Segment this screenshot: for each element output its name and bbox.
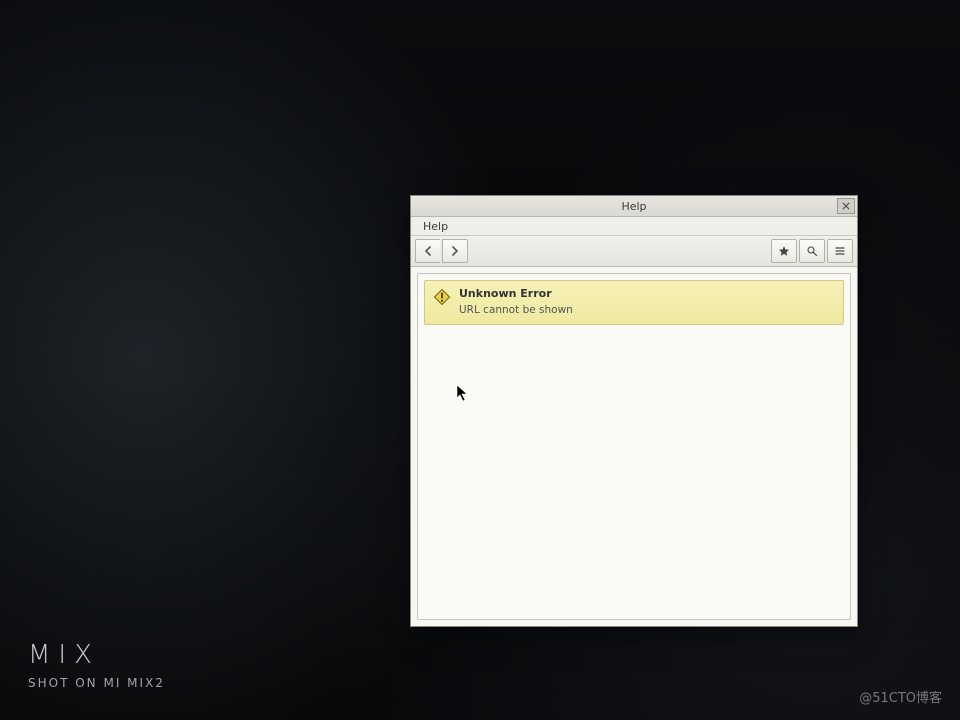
toolbar	[411, 236, 857, 267]
close-icon	[842, 202, 850, 210]
menu-button[interactable]	[827, 239, 853, 263]
search-icon	[806, 245, 818, 257]
hamburger-icon	[834, 245, 846, 257]
content-area: Unknown Error URL cannot be shown	[417, 273, 851, 620]
warning-icon	[433, 288, 451, 306]
forward-button[interactable]	[442, 239, 468, 263]
chevron-right-icon	[450, 246, 460, 256]
help-window: Help Help	[410, 195, 858, 627]
menu-help[interactable]: Help	[417, 219, 454, 234]
error-message: URL cannot be shown	[459, 304, 573, 316]
search-button[interactable]	[799, 239, 825, 263]
chevron-left-icon	[423, 246, 433, 256]
error-text: Unknown Error URL cannot be shown	[459, 287, 573, 316]
desktop-background: Help Help	[0, 0, 960, 720]
mouse-cursor-icon	[456, 384, 468, 402]
watermark-brand: MIX	[28, 640, 100, 670]
window-title: Help	[411, 200, 857, 213]
error-banner: Unknown Error URL cannot be shown	[424, 280, 844, 325]
window-titlebar[interactable]: Help	[411, 196, 857, 217]
watermark-device: SHOT ON MI MIX2	[28, 676, 165, 690]
star-icon	[778, 245, 790, 257]
menubar: Help	[411, 217, 857, 236]
watermark-blog: @51CTO博客	[859, 687, 942, 706]
bookmark-button[interactable]	[771, 239, 797, 263]
error-title: Unknown Error	[459, 287, 573, 300]
back-button[interactable]	[415, 239, 440, 263]
window-close-button[interactable]	[837, 198, 855, 214]
